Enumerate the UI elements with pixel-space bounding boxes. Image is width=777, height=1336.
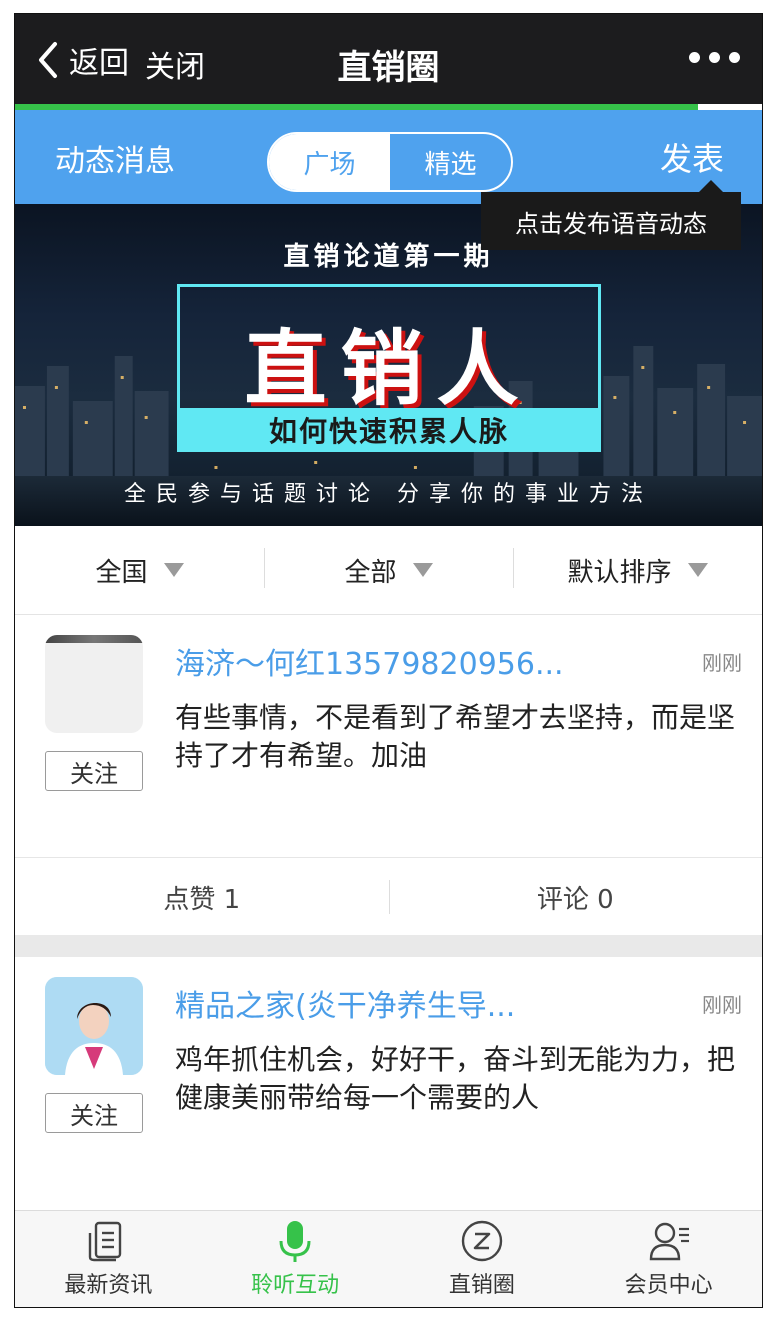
post-text: 鸡年抓住机会，好好干，奋斗到无能为力，把健康美丽带给每一个需要的人 xyxy=(175,1043,736,1114)
filter-category[interactable]: 全部 xyxy=(264,526,513,614)
circle-z-icon xyxy=(461,1220,503,1262)
post-time: 刚刚 xyxy=(702,651,742,675)
segment-control: 广场 精选 xyxy=(267,132,513,192)
more-menu-icon[interactable] xyxy=(689,52,740,63)
avatar[interactable] xyxy=(45,635,143,733)
follow-button[interactable]: 关注 xyxy=(45,751,143,791)
bottom-tab-bar: 最新资讯 聆听互动 直销圈 会员中心 xyxy=(15,1210,762,1307)
top-bar: 返回 关闭 直销圈 xyxy=(15,14,762,104)
filter-region-label: 全国 xyxy=(95,557,148,588)
microphone-icon xyxy=(279,1221,311,1262)
user-photo-image xyxy=(45,977,143,1075)
filter-sort[interactable]: 默认排序 xyxy=(513,526,762,614)
tab-label: 聆听互动 xyxy=(251,1273,340,1298)
page-title: 直销圈 xyxy=(337,48,440,88)
avatar[interactable] xyxy=(45,977,143,1075)
member-icon xyxy=(649,1222,689,1261)
section-nav: 动态消息 广场 精选 发表 xyxy=(15,110,762,204)
post-divider xyxy=(15,935,762,957)
news-icon xyxy=(89,1221,122,1262)
post-author[interactable]: 海济～何红13579820956... xyxy=(175,639,564,683)
tab-listen-interact[interactable]: 聆听互动 xyxy=(202,1211,389,1307)
filter-sort-label: 默认排序 xyxy=(567,557,672,588)
dropdown-triangle-icon xyxy=(163,563,184,577)
tab-direct-sales-circle[interactable]: 直销圈 xyxy=(389,1211,576,1307)
post-text: 有些事情，不是看到了希望才去坚持，而是坚持了才有希望。加油 xyxy=(175,701,736,772)
banner-subtitle-bottom: 全民参与话题讨论 分享你的事业方法 xyxy=(124,482,653,507)
filter-region[interactable]: 全国 xyxy=(15,526,264,614)
tab-label: 会员中心 xyxy=(624,1273,713,1298)
publish-tooltip: 点击发布语音动态 xyxy=(481,180,741,250)
app-frame: 返回 关闭 直销圈 动态消息 广场 精选 发表 点击发布语音动态 直销论道第一期… xyxy=(14,13,763,1308)
post-card: 关注 精品之家(炎干净养生导... 刚刚 鸡年抓住机会，好好干，奋斗到无能为力，… xyxy=(15,957,762,1217)
tab-square[interactable]: 广场 xyxy=(269,134,390,190)
dropdown-triangle-icon xyxy=(687,563,708,577)
post-author[interactable]: 精品之家(炎干净养生导... xyxy=(175,981,515,1025)
tab-label: 最新资讯 xyxy=(64,1273,153,1298)
tab-latest-news[interactable]: 最新资讯 xyxy=(15,1211,202,1307)
follow-button[interactable]: 关注 xyxy=(45,1093,143,1133)
post-time: 刚刚 xyxy=(702,993,742,1017)
comment-button[interactable]: 评论 0 xyxy=(388,858,763,936)
post-card: 关注 海济～何红13579820956... 刚刚 有些事情，不是看到了希望才去… xyxy=(15,615,762,935)
banner-strip: 如何快速积累人脉 xyxy=(177,408,601,452)
like-button[interactable]: 点赞 1 xyxy=(15,858,389,936)
tab-featured[interactable]: 精选 xyxy=(390,134,511,190)
dynamic-messages-link[interactable]: 动态消息 xyxy=(55,136,175,180)
dropdown-triangle-icon xyxy=(412,563,433,577)
tab-member-center[interactable]: 会员中心 xyxy=(575,1211,762,1307)
post-actions: 点赞 1 评论 0 xyxy=(15,857,762,936)
filter-category-label: 全部 xyxy=(344,557,397,588)
publish-button[interactable]: 发表 xyxy=(660,134,724,180)
tab-label: 直销圈 xyxy=(448,1273,515,1298)
promo-banner[interactable]: 直销论道第一期 直销人 如何快速积累人脉 全民参与话题讨论 分享你的事业方法 xyxy=(15,204,762,526)
filter-bar: 全国 全部 默认排序 xyxy=(15,526,762,615)
banner-title: 直销人 xyxy=(244,322,533,417)
